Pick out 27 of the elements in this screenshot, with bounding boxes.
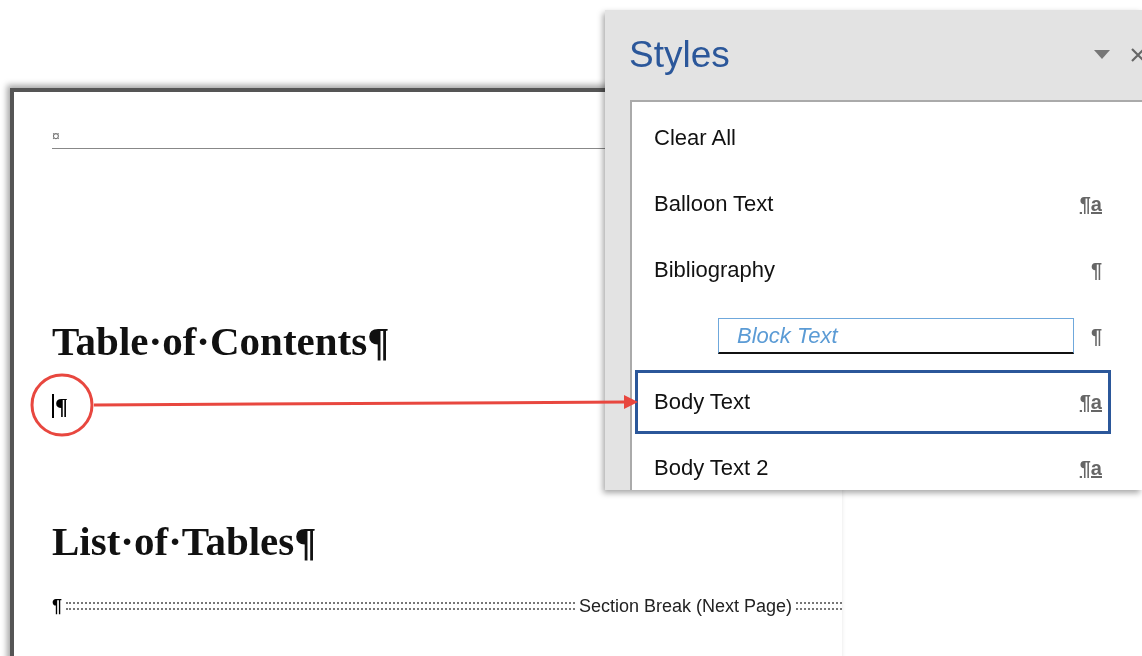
style-type-mark: ¶a: [1079, 456, 1102, 480]
paragraph-mark: ¶: [55, 392, 68, 420]
style-name: Clear All: [654, 125, 737, 151]
style-item[interactable]: Clear All: [635, 106, 1111, 170]
style-name: Balloon Text: [654, 191, 775, 217]
dropdown-icon[interactable]: [1094, 50, 1110, 60]
pane-title: Styles: [629, 34, 731, 76]
highlight-circle: [30, 373, 94, 437]
paragraph-mark: ¶: [52, 595, 62, 617]
close-icon[interactable]: [1130, 47, 1142, 63]
style-type-mark: ¶: [1090, 258, 1102, 282]
style-type-mark: ¶a: [1079, 390, 1102, 414]
style-name: Body Text: [654, 389, 752, 415]
heading: List·of·Tables¶: [52, 517, 317, 565]
style-type-mark: ¶: [1090, 324, 1102, 348]
dotted-leader: [796, 602, 842, 610]
section-break-label: Section Break (Next Page): [578, 595, 792, 617]
header-mark: ¤: [52, 128, 60, 144]
style-item[interactable]: Balloon Text ¶a: [635, 172, 1111, 236]
style-item[interactable]: Block Text ¶: [635, 304, 1111, 368]
heading: Table·of·Contents¶: [52, 317, 390, 365]
style-name: Body Text 2: [654, 455, 770, 481]
style-name: Bibliography: [654, 257, 777, 283]
style-item[interactable]: Body Text ¶a: [635, 370, 1111, 434]
style-type-mark: ¶a: [1079, 192, 1102, 216]
style-item[interactable]: Body Text 2 ¶a: [635, 436, 1111, 500]
style-item[interactable]: Bibliography ¶: [635, 238, 1111, 302]
